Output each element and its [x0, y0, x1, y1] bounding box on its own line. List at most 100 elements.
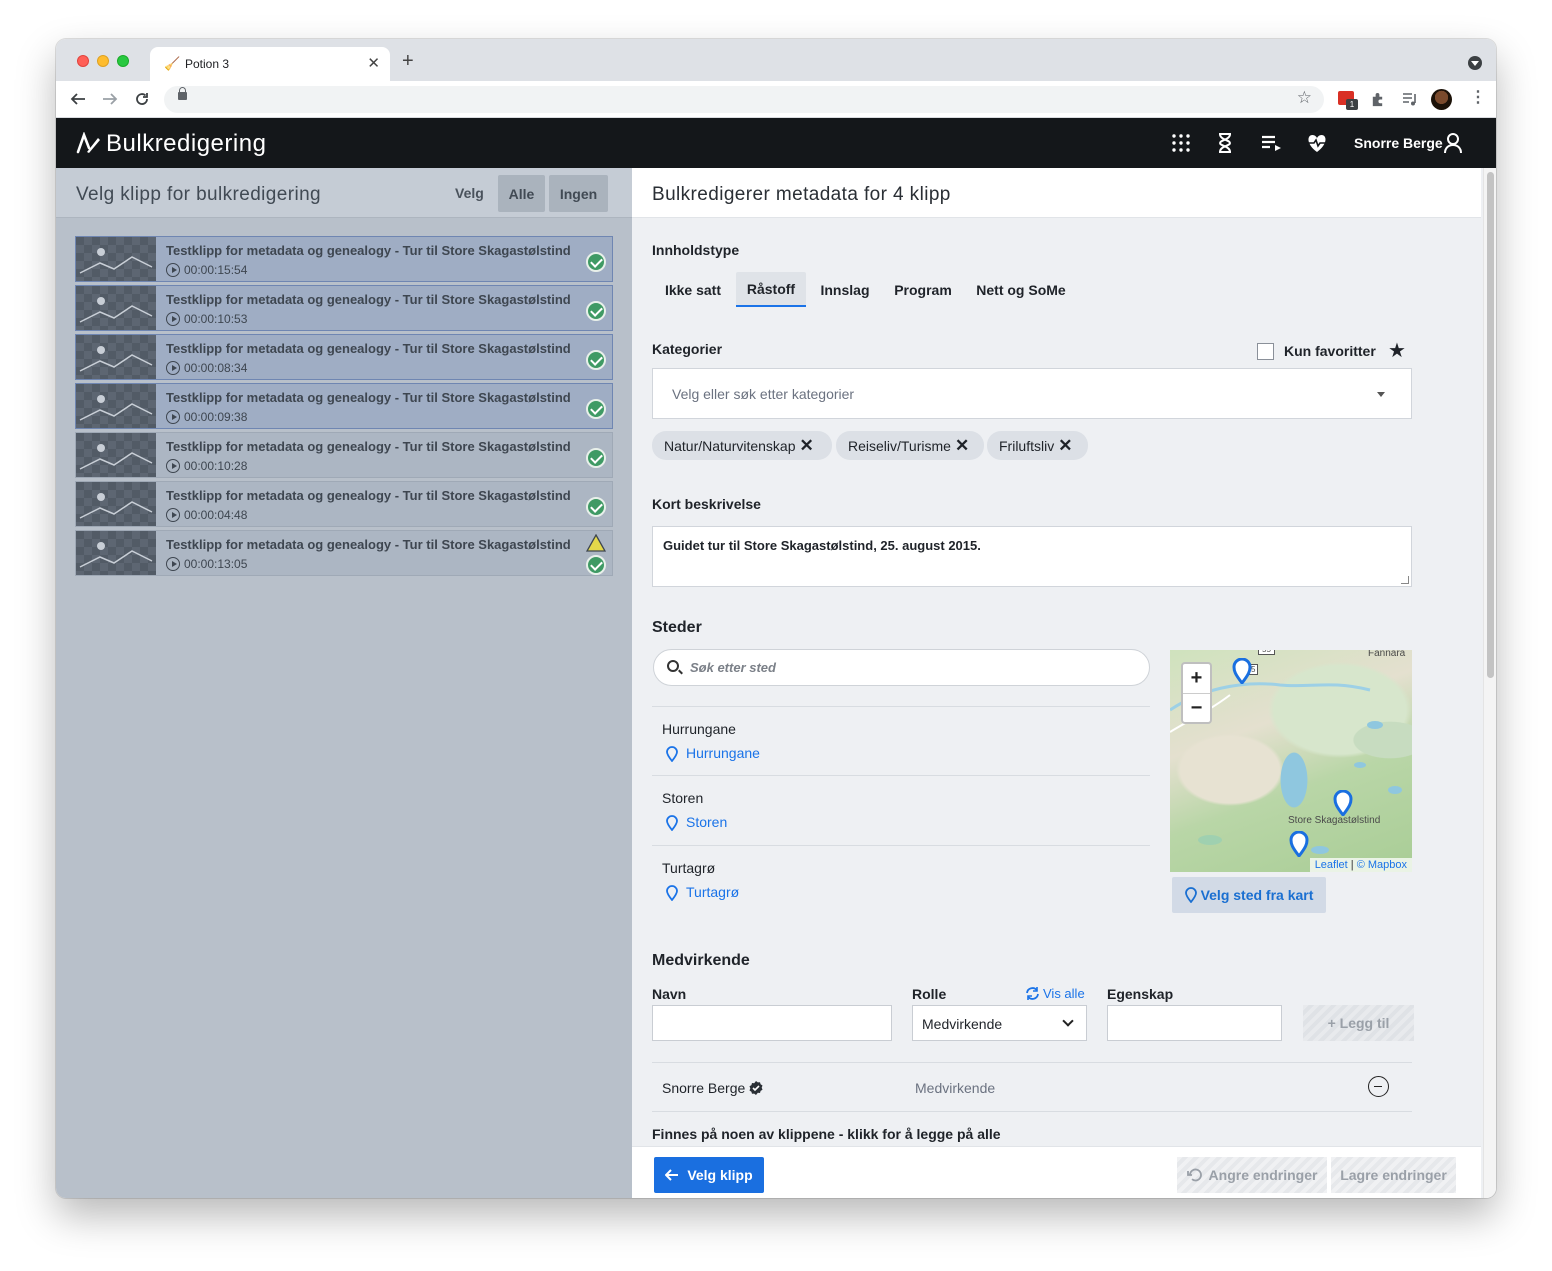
clip-item[interactable]: Testklipp for metadata og genealogy - Tu…: [75, 481, 613, 527]
clip-title: Testklipp for metadata og genealogy - Tu…: [166, 243, 571, 258]
place-search-input[interactable]: Søk etter sted: [653, 649, 1150, 686]
browser-toolbar: ☆ 1 ⋮: [56, 81, 1496, 118]
more-options-icon[interactable]: ⋮: [1470, 87, 1486, 107]
clip-item[interactable]: Testklipp for metadata og genealogy - Tu…: [75, 432, 613, 478]
contributor-name-input[interactable]: [652, 1005, 892, 1041]
contributor-name: Snorre Berge: [662, 1080, 764, 1096]
tab-search-icon[interactable]: [1468, 56, 1482, 70]
clip-title: Testklipp for metadata og genealogy - Tu…: [166, 488, 571, 503]
remove-chip-icon[interactable]: ✕: [1058, 436, 1072, 456]
add-contributor-button[interactable]: + Legg til: [1303, 1005, 1414, 1041]
select-all-button[interactable]: Alle: [498, 175, 545, 212]
clip-item[interactable]: Testklipp for metadata og genealogy - Tu…: [75, 334, 613, 380]
user-name[interactable]: Snorre Berge: [1354, 135, 1443, 151]
clip-thumbnail: [76, 286, 156, 330]
pick-place-from-map-button[interactable]: Velg sted fra kart: [1172, 877, 1326, 913]
new-tab-button[interactable]: +: [402, 50, 414, 73]
puzzle-extension-icon[interactable]: [1370, 92, 1385, 107]
place-name: Hurrungane: [662, 721, 736, 737]
clip-thumbnail: [76, 384, 156, 428]
place-link[interactable]: Turtagrø: [686, 884, 739, 900]
clip-list: Testklipp for metadata og genealogy - Tu…: [75, 236, 613, 579]
scrollbar-thumb[interactable]: [1487, 172, 1494, 678]
role-label: Rolle: [912, 986, 947, 1002]
zoom-in-button[interactable]: +: [1183, 664, 1210, 693]
clip-title: Testklipp for metadata og genealogy - Tu…: [166, 390, 571, 405]
remove-chip-icon[interactable]: ✕: [800, 436, 814, 456]
bulk-edit-header: Bulkredigerer metadata for 4 klipp: [632, 168, 1481, 218]
save-changes-button[interactable]: Lagre endringer: [1331, 1157, 1456, 1193]
clip-item[interactable]: Testklipp for metadata og genealogy - Tu…: [75, 236, 613, 282]
map-marker-icon[interactable]: [1289, 831, 1309, 857]
apps-grid-icon[interactable]: [1170, 132, 1192, 154]
show-all-roles-link[interactable]: Vis alle: [1025, 986, 1085, 1001]
bookmark-star-icon[interactable]: ☆: [1297, 88, 1312, 108]
clip-duration-text: 00:00:15:54: [184, 263, 248, 277]
clip-item[interactable]: Testklipp for metadata og genealogy - Tu…: [75, 285, 613, 331]
categories-select[interactable]: Velg eller søk etter kategorier: [652, 368, 1412, 419]
content-type-program[interactable]: Program: [884, 272, 962, 307]
pick-clips-button[interactable]: Velg klipp: [654, 1157, 764, 1193]
reload-icon[interactable]: [134, 91, 150, 107]
minimize-window-button[interactable]: [97, 55, 109, 67]
map-marker-icon[interactable]: [1333, 790, 1353, 816]
hourglass-icon[interactable]: [1214, 132, 1236, 154]
browser-window: 🧹 Potion 3 ✕ + ☆ 1 ⋮ Bulkredigering Snor…: [56, 39, 1496, 1198]
back-arrow-icon[interactable]: [70, 91, 86, 107]
browser-tab[interactable]: 🧹 Potion 3 ✕: [150, 47, 390, 81]
leaflet-link[interactable]: Leaflet: [1315, 859, 1348, 871]
app-logo-icon: [76, 132, 100, 154]
description-textarea[interactable]: Guidet tur til Store Skagastølstind, 25.…: [652, 526, 1412, 587]
map-pin-icon: [666, 885, 678, 901]
content-type-rastoff[interactable]: Råstoff: [736, 272, 806, 307]
map-attribution: Leaflet | © Mapbox: [1309, 858, 1412, 872]
clip-duration: 00:00:09:38: [166, 410, 247, 424]
play-circle-icon: [166, 557, 180, 571]
playlist-icon[interactable]: [1260, 132, 1282, 154]
clip-item[interactable]: Testklipp for metadata og genealogy - Tu…: [75, 530, 613, 576]
pick-clips-label: Velg klipp: [687, 1167, 753, 1183]
check-circle-icon: [586, 497, 606, 517]
right-panel-scrollbar[interactable]: [1483, 168, 1496, 1198]
resize-handle-icon[interactable]: [1401, 576, 1409, 584]
places-map[interactable]: + − Fannara 55 5 Store Skagastølstind Le…: [1170, 650, 1412, 872]
contributor-property-input[interactable]: [1107, 1005, 1282, 1041]
close-window-button[interactable]: [77, 55, 89, 67]
undo-changes-button[interactable]: Angre endringer: [1177, 1157, 1327, 1193]
role-select[interactable]: Medvirkende: [912, 1005, 1087, 1041]
user-icon[interactable]: [1443, 132, 1463, 154]
close-tab-icon[interactable]: ✕: [367, 54, 380, 72]
clip-thumbnail: [76, 335, 156, 379]
content-type-ikke-satt[interactable]: Ikke satt: [652, 272, 734, 307]
contributor-row: Snorre Berge Medvirkende: [652, 1062, 1412, 1112]
map-zoom-control: + −: [1181, 662, 1212, 724]
select-none-button[interactable]: Ingen: [549, 175, 608, 212]
app-header: Bulkredigering Snorre Berge: [56, 118, 1496, 168]
remove-contributor-icon[interactable]: [1368, 1076, 1389, 1097]
favorites-only-label[interactable]: Kun favoritter: [1284, 343, 1376, 359]
map-marker-icon[interactable]: [1232, 658, 1252, 684]
forward-arrow-icon[interactable]: [102, 91, 118, 107]
media-queue-icon[interactable]: [1402, 92, 1418, 107]
maximize-window-button[interactable]: [117, 55, 129, 67]
mapbox-link[interactable]: © Mapbox: [1357, 859, 1407, 871]
content-type-innslag[interactable]: Innslag: [808, 272, 882, 307]
zoom-out-button[interactable]: −: [1183, 693, 1210, 722]
play-circle-icon: [166, 263, 180, 277]
places-heading: Steder: [652, 619, 702, 636]
map-pin-icon: [1184, 887, 1197, 903]
favorites-only-checkbox[interactable]: [1257, 343, 1274, 360]
content-type-nett-og-some[interactable]: Nett og SoMe: [964, 272, 1078, 307]
tab-title: Potion 3: [185, 57, 230, 71]
profile-avatar[interactable]: [1431, 89, 1452, 110]
place-name: Storen: [662, 790, 704, 806]
map-pin-icon: [666, 746, 678, 762]
place-link[interactable]: Storen: [686, 814, 727, 830]
address-bar[interactable]: ☆: [164, 86, 1324, 113]
clip-item[interactable]: Testklipp for metadata og genealogy - Tu…: [75, 383, 613, 429]
remove-chip-icon[interactable]: ✕: [955, 436, 969, 456]
place-link[interactable]: Hurrungane: [686, 745, 760, 761]
clip-title: Testklipp for metadata og genealogy - Tu…: [166, 292, 571, 307]
clip-thumbnail: [76, 433, 156, 477]
health-heart-icon[interactable]: [1306, 132, 1328, 154]
